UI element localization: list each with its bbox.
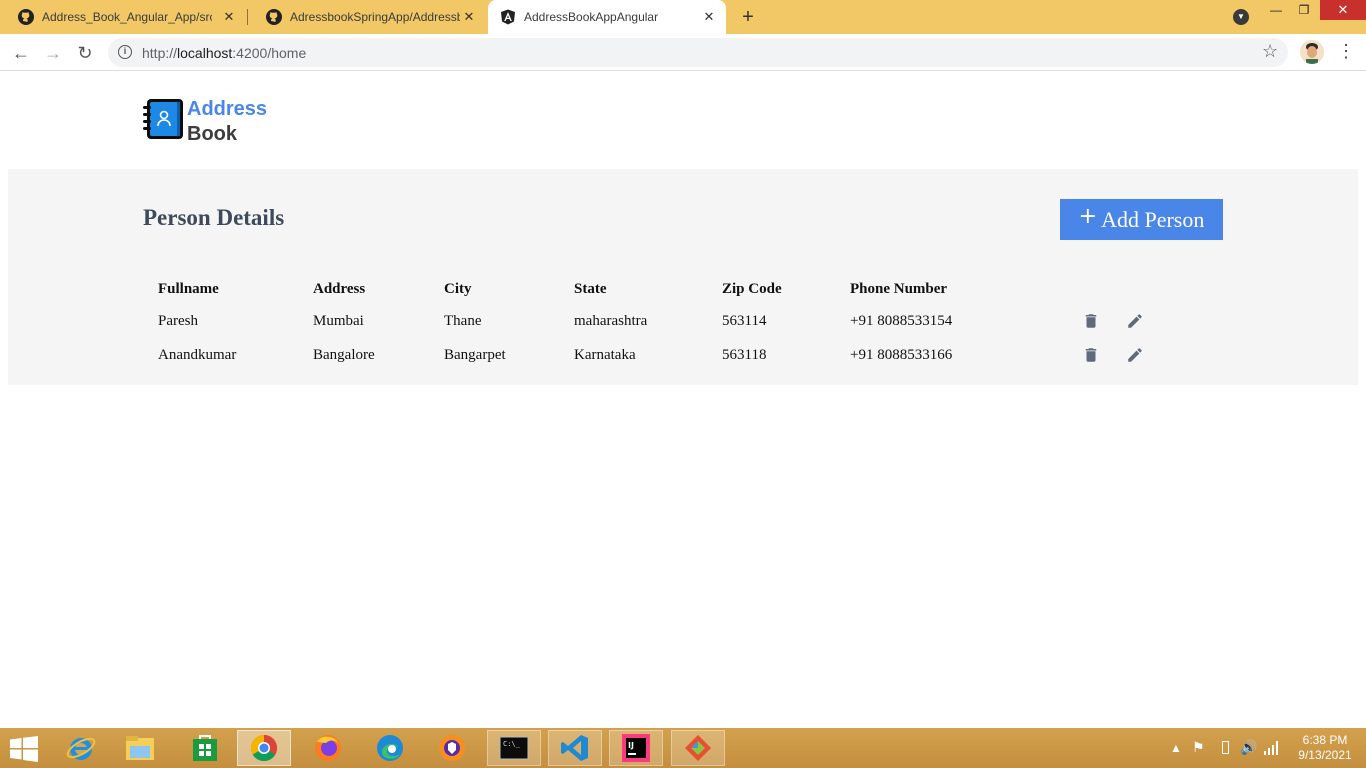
- cell-city: Thane: [444, 312, 482, 329]
- plus-icon: +: [1078, 204, 1098, 229]
- close-tab-icon[interactable]: ✕: [702, 10, 716, 24]
- cell-zip: 563118: [722, 346, 767, 363]
- cell-state: maharashtra: [574, 312, 648, 329]
- taskbar-git[interactable]: [671, 730, 725, 766]
- delete-icon[interactable]: [1082, 346, 1100, 364]
- restore-button[interactable]: ❐: [1290, 0, 1318, 22]
- brand-logo[interactable]: Address Book: [143, 97, 267, 147]
- taskbar-chrome[interactable]: [237, 730, 291, 766]
- cell-state: Karnataka: [574, 346, 636, 363]
- url-text[interactable]: http://localhost:4200/home: [142, 45, 306, 61]
- table-row: Anandkumar Bangalore Bangarpet Karnataka…: [150, 338, 1174, 372]
- clock-date: 9/13/2021: [1298, 748, 1352, 762]
- page-title: Person Details: [143, 205, 285, 230]
- angular-icon: [501, 9, 515, 25]
- profile-face-icon: [1300, 40, 1324, 64]
- add-person-button[interactable]: + Add Person: [1060, 199, 1223, 240]
- windows-start-icon[interactable]: [10, 736, 38, 762]
- taskbar-terminal[interactable]: C:\_: [487, 730, 541, 766]
- tab-springapp-repo[interactable]: AdressbookSpringApp/Addressb ✕: [248, 0, 486, 34]
- person-details-panel: Person Details + Add Person Fullname Add…: [8, 169, 1358, 385]
- tab-search-icon[interactable]: ▼: [1233, 9, 1249, 25]
- column-header-state: State: [574, 281, 607, 297]
- tab-strip: Address_Book_Angular_App/src/a ✕ Adressb…: [0, 0, 1366, 34]
- edge-icon: [377, 735, 403, 761]
- forward-arrow-icon[interactable]: →: [40, 40, 66, 66]
- taskbar-internet-explorer[interactable]: [54, 730, 108, 766]
- chrome-icon: [250, 734, 278, 762]
- git-icon: [685, 735, 711, 761]
- table-row: Paresh Mumbai Thane maharashtra 563114 +…: [150, 304, 1174, 338]
- intellij-icon: IJ: [622, 734, 650, 762]
- cell-fullname: Paresh: [158, 312, 198, 329]
- reload-icon[interactable]: ↻: [72, 40, 98, 66]
- close-tab-icon[interactable]: ✕: [222, 10, 236, 24]
- cell-city: Bangarpet: [444, 346, 506, 363]
- brave-icon: [439, 735, 465, 761]
- taskbar-intellij[interactable]: IJ: [609, 730, 663, 766]
- vscode-icon: [561, 735, 588, 761]
- cell-actions: [1074, 338, 1174, 372]
- svg-text:IJ: IJ: [628, 741, 634, 750]
- taskbar-vscode[interactable]: [548, 730, 602, 766]
- taskbar-edge[interactable]: [363, 730, 417, 766]
- cell-address: Bangalore: [313, 346, 375, 363]
- edit-icon[interactable]: [1126, 312, 1144, 330]
- page-content: Address Book Person Details + Add Person…: [0, 71, 1366, 728]
- svg-text:C:\_: C:\_: [503, 740, 521, 748]
- github-icon: [18, 9, 34, 25]
- column-header-fullname: Fullname: [158, 281, 219, 297]
- column-header-actions: [1074, 277, 1174, 304]
- bookmark-star-icon[interactable]: ☆: [1262, 41, 1278, 62]
- new-tab-button[interactable]: +: [737, 6, 759, 28]
- table-header-row: Fullname Address City State Zip Code Pho…: [150, 277, 1174, 304]
- brand-line-2: Book: [187, 123, 237, 145]
- tab-addressbook-angular[interactable]: AddressBookAppAngular ✕: [488, 0, 726, 34]
- taskbar-firefox[interactable]: [301, 730, 355, 766]
- delete-icon[interactable]: [1082, 312, 1100, 330]
- system-clock[interactable]: 6:38 PM 9/13/2021: [1290, 733, 1360, 763]
- close-tab-icon[interactable]: ✕: [462, 10, 476, 24]
- browser-toolbar: ← → ↻ i http://localhost:4200/home: [0, 34, 1366, 71]
- terminal-icon: C:\_: [499, 736, 529, 760]
- profile-avatar[interactable]: [1300, 40, 1324, 64]
- column-header-phone-number: Phone Number: [850, 281, 948, 297]
- windows-taskbar: C:\_ IJ ▲ ⚑ 🔊 6:38 PM 9/13/2021: [0, 728, 1366, 768]
- tab-title: AdressbookSpringApp/Addressb: [290, 10, 460, 24]
- tab-title: Address_Book_Angular_App/src/a: [42, 10, 212, 24]
- column-header-address: Address: [313, 281, 366, 297]
- tab-address-book-repo[interactable]: Address_Book_Angular_App/src/a ✕: [0, 0, 246, 34]
- github-icon: [266, 9, 282, 25]
- tab-title: AddressBookAppAngular: [524, 10, 659, 24]
- window-close-button[interactable]: ✕: [1320, 0, 1366, 20]
- taskbar-brave[interactable]: [425, 730, 479, 766]
- cell-phone: +91 8088533154: [850, 312, 953, 329]
- taskbar-store[interactable]: [178, 730, 232, 766]
- column-header-zip-code: Zip Code: [722, 281, 782, 297]
- clock-time: 6:38 PM: [1302, 733, 1348, 747]
- minimize-button[interactable]: —: [1262, 0, 1290, 22]
- site-info-icon[interactable]: i: [118, 45, 132, 59]
- column-header-city: City: [444, 281, 472, 297]
- internet-explorer-icon: [66, 737, 96, 760]
- firefox-icon: [315, 735, 341, 761]
- taskbar-file-explorer[interactable]: [113, 730, 167, 766]
- cell-actions: [1074, 304, 1174, 338]
- cell-zip: 563114: [722, 312, 767, 329]
- brand-line-1: Address: [187, 98, 268, 120]
- browser-menu-icon[interactable]: ⋮: [1337, 40, 1355, 64]
- cell-address: Mumbai: [313, 312, 364, 329]
- address-bar[interactable]: i http://localhost:4200/home: [108, 38, 1288, 67]
- person-table: Fullname Address City State Zip Code Pho…: [150, 277, 1174, 372]
- cell-phone: +91 8088533166: [850, 346, 953, 363]
- add-person-label: Add Person: [1101, 206, 1205, 232]
- brand-text: Address Book: [187, 97, 267, 147]
- address-book-icon: [143, 99, 183, 139]
- edit-icon[interactable]: [1126, 346, 1144, 364]
- cell-fullname: Anandkumar: [158, 346, 237, 363]
- back-arrow-icon[interactable]: ←: [8, 40, 34, 66]
- store-icon: [193, 735, 217, 761]
- file-explorer-icon: [126, 736, 154, 760]
